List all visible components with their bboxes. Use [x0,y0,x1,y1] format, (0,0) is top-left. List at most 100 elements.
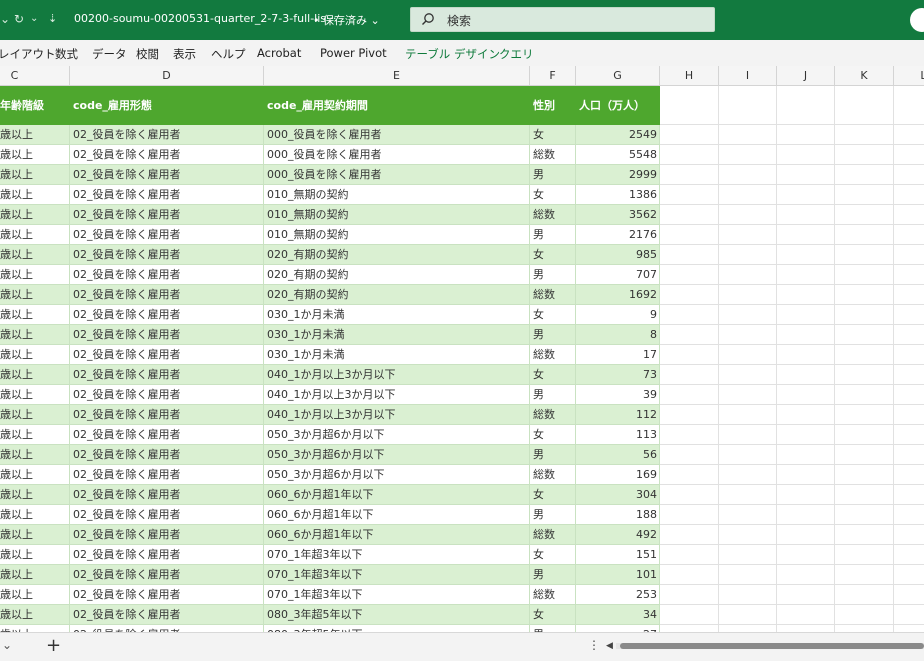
empty-cell[interactable] [719,86,777,125]
empty-cell[interactable] [894,545,924,565]
table-cell[interactable]: 02_役員を除く雇用者 [70,525,264,545]
table-cell[interactable]: 080_3年超5年以下 [264,605,530,625]
table-cell[interactable]: 188 [576,505,660,525]
empty-cell[interactable] [660,86,719,125]
column-header-l[interactable]: L [894,66,924,85]
empty-cell[interactable] [894,86,924,125]
table-cell[interactable]: 女 [530,305,576,325]
document-title[interactable]: 00200-soumu-00200531-quarter_2-7-3-full-… [74,12,337,25]
empty-cell[interactable] [660,285,719,305]
tab-formulas[interactable]: 数式 [55,46,78,62]
table-cell[interactable]: 歳以上 [0,505,70,525]
empty-cell[interactable] [777,245,835,265]
empty-cell[interactable] [835,445,894,465]
empty-cell[interactable] [660,305,719,325]
empty-cell[interactable] [835,585,894,605]
table-cell[interactable]: 101 [576,565,660,585]
table-cell[interactable]: 歳以上 [0,205,70,225]
empty-cell[interactable] [660,265,719,285]
table-cell[interactable]: 女 [530,365,576,385]
table-cell[interactable]: 男 [530,625,576,632]
empty-cell[interactable] [835,385,894,405]
table-cell[interactable]: 070_1年超3年以下 [264,585,530,605]
table-cell[interactable]: 030_1か月未満 [264,325,530,345]
empty-cell[interactable] [660,485,719,505]
empty-cell[interactable] [894,225,924,245]
empty-cell[interactable] [660,445,719,465]
empty-cell[interactable] [835,185,894,205]
table-cell[interactable]: 02_役員を除く雇用者 [70,305,264,325]
empty-cell[interactable] [835,345,894,365]
empty-cell[interactable] [835,245,894,265]
table-cell[interactable]: 8 [576,325,660,345]
table-cell[interactable]: 2549 [576,125,660,145]
empty-cell[interactable] [660,205,719,225]
empty-cell[interactable] [719,425,777,445]
empty-cell[interactable] [719,125,777,145]
avatar[interactable] [910,8,924,32]
empty-cell[interactable] [660,625,719,632]
empty-cell[interactable] [894,385,924,405]
empty-cell[interactable] [894,205,924,225]
table-cell[interactable]: 02_役員を除く雇用者 [70,585,264,605]
column-header-d[interactable]: D [70,66,264,85]
tab-acrobat[interactable]: Acrobat [257,46,301,60]
empty-cell[interactable] [777,165,835,185]
table-cell[interactable]: 歳以上 [0,165,70,185]
table-cell[interactable]: 010_無期の契約 [264,225,530,245]
empty-cell[interactable] [777,445,835,465]
column-header-j[interactable]: J [777,66,835,85]
empty-cell[interactable] [660,245,719,265]
empty-cell[interactable] [777,385,835,405]
empty-cell[interactable] [894,405,924,425]
table-cell[interactable]: 030_1か月未満 [264,305,530,325]
empty-cell[interactable] [719,605,777,625]
empty-cell[interactable] [835,605,894,625]
empty-cell[interactable] [719,525,777,545]
empty-cell[interactable] [835,525,894,545]
empty-cell[interactable] [719,225,777,245]
customize-toolbar-icon[interactable]: ⇣ [48,11,57,27]
empty-cell[interactable] [660,525,719,545]
column-header-f[interactable]: F [530,66,576,85]
empty-cell[interactable] [777,605,835,625]
table-cell[interactable]: 080_3年超5年以下 [264,625,530,632]
empty-cell[interactable] [894,345,924,365]
table-cell[interactable]: 歳以上 [0,385,70,405]
table-cell[interactable]: 総数 [530,205,576,225]
table-cell[interactable]: 151 [576,545,660,565]
empty-cell[interactable] [777,485,835,505]
empty-cell[interactable] [777,225,835,245]
empty-cell[interactable] [894,125,924,145]
empty-cell[interactable] [835,145,894,165]
table-cell[interactable]: 707 [576,265,660,285]
empty-cell[interactable] [719,465,777,485]
empty-cell[interactable] [660,365,719,385]
table-cell[interactable]: 総数 [530,345,576,365]
empty-cell[interactable] [719,385,777,405]
table-cell[interactable]: 男 [530,265,576,285]
table-cell[interactable]: 男 [530,325,576,345]
empty-cell[interactable] [719,365,777,385]
empty-cell[interactable] [894,505,924,525]
table-cell[interactable]: 1386 [576,185,660,205]
table-cell[interactable]: 040_1か月以上3か月以下 [264,365,530,385]
table-cell[interactable]: 070_1年超3年以下 [264,565,530,585]
empty-cell[interactable] [660,465,719,485]
empty-cell[interactable] [660,125,719,145]
table-cell[interactable]: 02_役員を除く雇用者 [70,545,264,565]
table-cell[interactable]: 9 [576,305,660,325]
empty-cell[interactable] [777,585,835,605]
search-box[interactable]: 検索 [410,7,715,32]
table-cell[interactable]: 050_3か月超6か月以下 [264,425,530,445]
empty-cell[interactable] [894,425,924,445]
empty-cell[interactable] [660,545,719,565]
table-cell[interactable]: 歳以上 [0,525,70,545]
empty-cell[interactable] [894,585,924,605]
table-cell[interactable]: 02_役員を除く雇用者 [70,565,264,585]
empty-cell[interactable] [719,265,777,285]
table-cell[interactable]: 02_役員を除く雇用者 [70,205,264,225]
table-cell[interactable]: 02_役員を除く雇用者 [70,345,264,365]
table-cell[interactable]: 000_役員を除く雇用者 [264,165,530,185]
redo-icon[interactable]: ↻ [14,11,24,27]
